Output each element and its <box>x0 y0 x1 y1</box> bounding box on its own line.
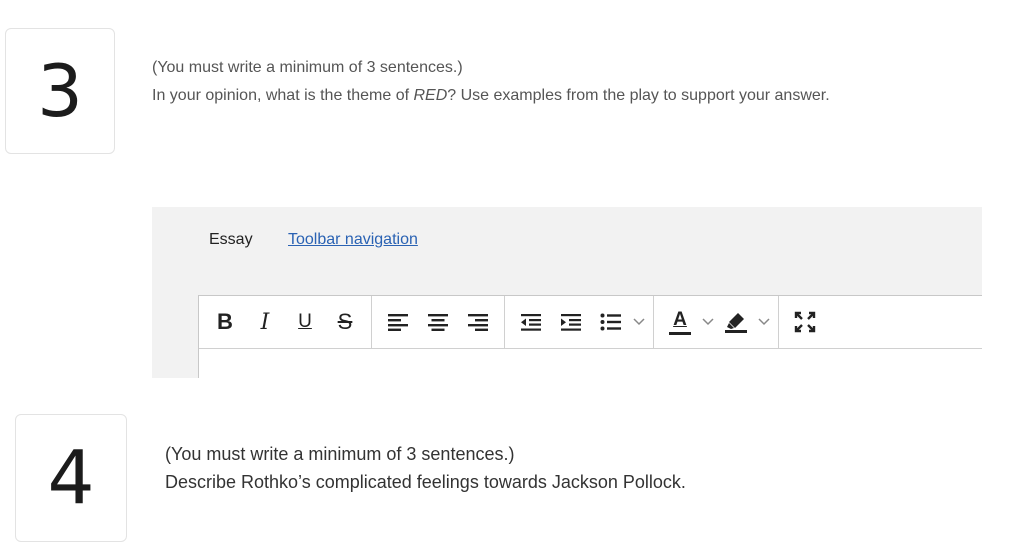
highlight-color-dropdown[interactable] <box>756 302 772 342</box>
bold-button[interactable]: B <box>205 302 245 342</box>
fullscreen-icon <box>794 311 816 333</box>
bulleted-list-button[interactable] <box>591 302 631 342</box>
align-right-icon <box>468 314 488 331</box>
italic-button[interactable]: I <box>245 302 285 342</box>
chevron-down-icon <box>758 318 770 326</box>
color-group: A <box>654 296 779 348</box>
chevron-down-icon <box>702 318 714 326</box>
strikethrough-button[interactable]: S <box>325 302 365 342</box>
align-left-button[interactable] <box>378 302 418 342</box>
alignment-group <box>372 296 505 348</box>
indent-icon <box>561 314 581 331</box>
question-number-4: 4 <box>15 414 127 542</box>
font-color-swatch <box>669 331 691 335</box>
highlight-color-button[interactable] <box>716 302 756 342</box>
view-group <box>779 296 831 348</box>
editor-toolbar: B I U S A <box>199 296 982 349</box>
font-color-button[interactable]: A <box>660 302 700 342</box>
essay-editor-panel: Essay Toolbar navigation B I U S A <box>152 207 982 378</box>
question-number-3: 3 <box>5 28 115 154</box>
outdent-icon <box>521 314 541 331</box>
align-right-button[interactable] <box>458 302 498 342</box>
question-4-text: (You must write a minimum of 3 sentences… <box>165 440 686 496</box>
question-3-prompt: In your opinion, what is the theme of RE… <box>152 87 830 104</box>
question-3-note: (You must write a minimum of 3 sentences… <box>152 59 463 76</box>
align-left-icon <box>388 314 408 331</box>
essay-label: Essay <box>209 231 253 248</box>
highlighter-icon <box>725 313 747 333</box>
outdent-button[interactable] <box>511 302 551 342</box>
indent-button[interactable] <box>551 302 591 342</box>
underline-button[interactable]: U <box>285 302 325 342</box>
bulleted-list-dropdown[interactable] <box>631 302 647 342</box>
chevron-down-icon <box>633 318 645 326</box>
question-3-text: (You must write a minimum of 3 sentences… <box>152 54 830 110</box>
fullscreen-button[interactable] <box>785 302 825 342</box>
align-center-button[interactable] <box>418 302 458 342</box>
toolbar-navigation-link[interactable]: Toolbar navigation <box>288 231 418 249</box>
question-4-prompt: Describe Rothko’s complicated feelings t… <box>165 472 686 492</box>
text-style-group: B I U S <box>199 296 372 348</box>
font-color-icon: A <box>673 308 687 330</box>
indent-list-group <box>505 296 654 348</box>
align-center-icon <box>428 314 448 331</box>
font-color-dropdown[interactable] <box>700 302 716 342</box>
bulleted-list-icon <box>600 313 621 331</box>
question-4-note: (You must write a minimum of 3 sentences… <box>165 444 515 464</box>
rich-text-editor[interactable]: B I U S A <box>198 295 982 378</box>
